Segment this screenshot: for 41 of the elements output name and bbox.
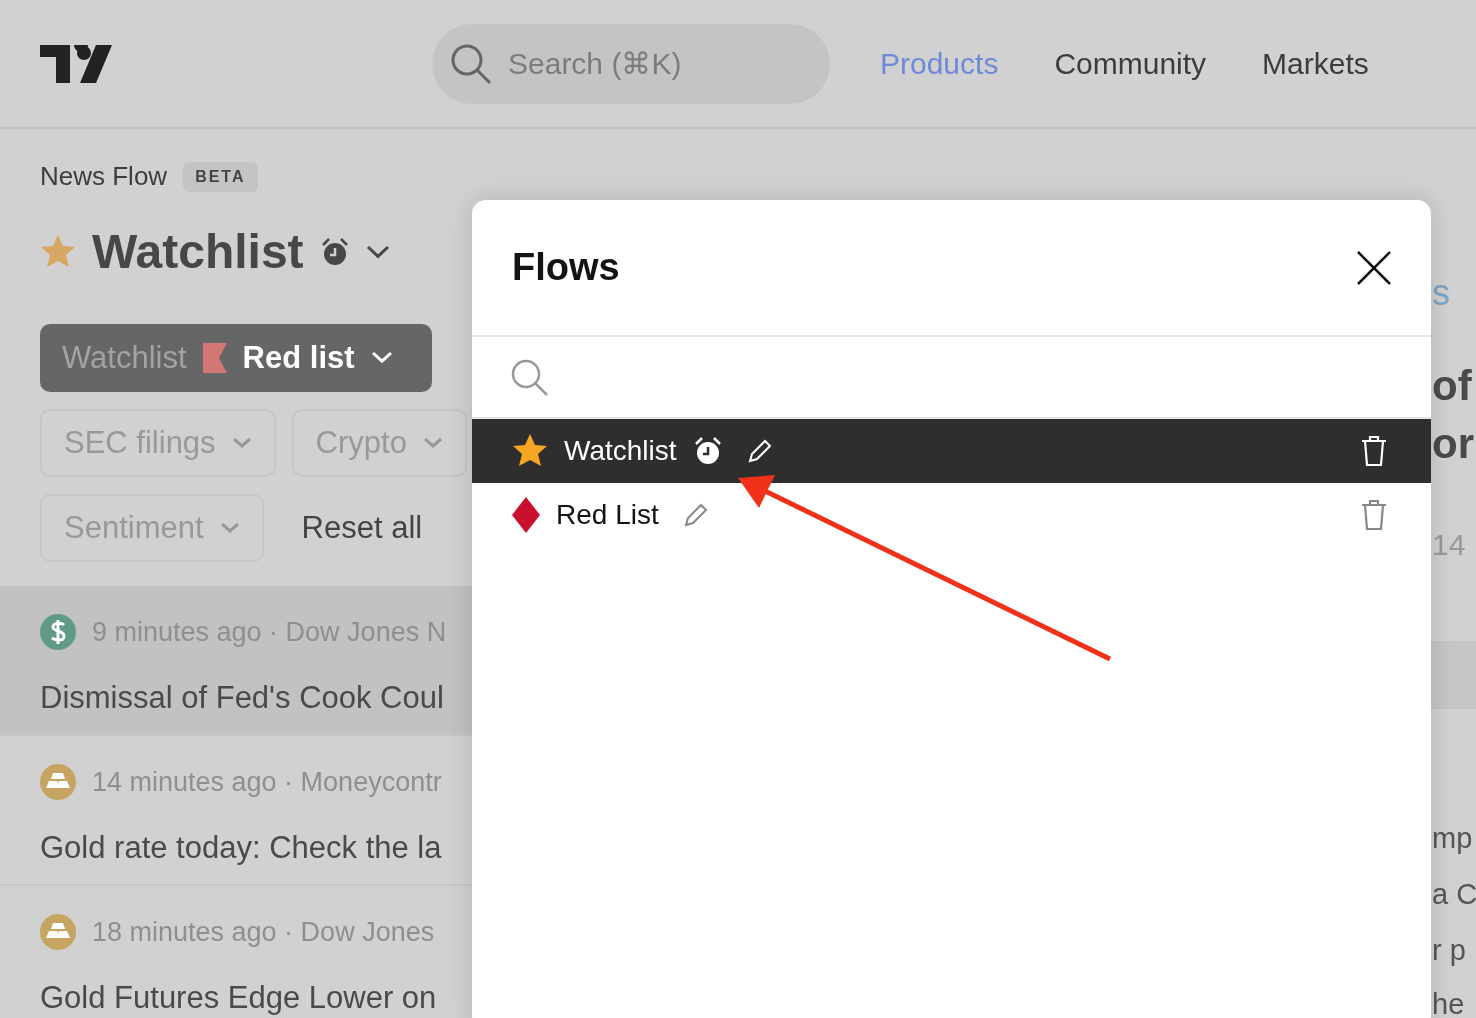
dollar-icon (40, 614, 76, 651)
diamond-icon (512, 497, 540, 533)
chevron-down-icon (219, 522, 240, 534)
text-fragment: a C (1432, 877, 1476, 912)
chevron-down-icon (231, 437, 252, 449)
flow-filter-button[interactable]: Watchlist Red list (40, 324, 432, 392)
text-fragment: r p (1432, 933, 1466, 968)
star-icon (512, 433, 548, 469)
logo-icon[interactable] (40, 44, 112, 83)
search-icon[interactable] (510, 358, 548, 396)
beta-badge: BETA (183, 161, 258, 192)
text-fragment: mp (1432, 821, 1473, 856)
reset-button[interactable]: Reset all (279, 494, 445, 562)
news-headline: Gold rate today: Check the la (40, 828, 443, 867)
pencil-icon[interactable] (746, 438, 773, 464)
flow-name: Watchlist (564, 434, 677, 468)
dialog-title: Flows (512, 245, 620, 290)
flow-name: Red List (556, 498, 659, 532)
text-fragment: of (1432, 361, 1472, 411)
news-meta: 14 minutes ago · Moneycontr (92, 766, 442, 799)
news-headline: Gold Futures Edge Lower on (40, 978, 438, 1017)
text-fragment: 14 (1432, 527, 1466, 563)
news-meta: 18 minutes ago · Dow Jones (92, 916, 435, 949)
news-headline: Dismissal of Fed's Cook Coul (40, 678, 445, 717)
chevron-down-icon (422, 437, 443, 449)
nav-link[interactable]: Community (1054, 41, 1207, 86)
search-icon (450, 42, 492, 85)
section-title: News Flow (40, 160, 168, 193)
search-field[interactable]: Search (⌘K) (432, 23, 830, 104)
bars-icon (40, 764, 76, 801)
chevron-down-icon (365, 244, 390, 260)
flag-icon (202, 343, 227, 373)
text-fragment: or (1432, 419, 1474, 469)
bars-icon (40, 914, 76, 951)
nav-link[interactable]: Markets (1262, 41, 1369, 86)
text-fragment: he (1432, 987, 1465, 1018)
chevron-down-icon (370, 351, 393, 365)
star-icon (40, 234, 76, 270)
page-title: Watchlist (92, 224, 304, 280)
close-icon[interactable] (1357, 250, 1391, 285)
flow-row[interactable]: Watchlist (472, 419, 1431, 483)
